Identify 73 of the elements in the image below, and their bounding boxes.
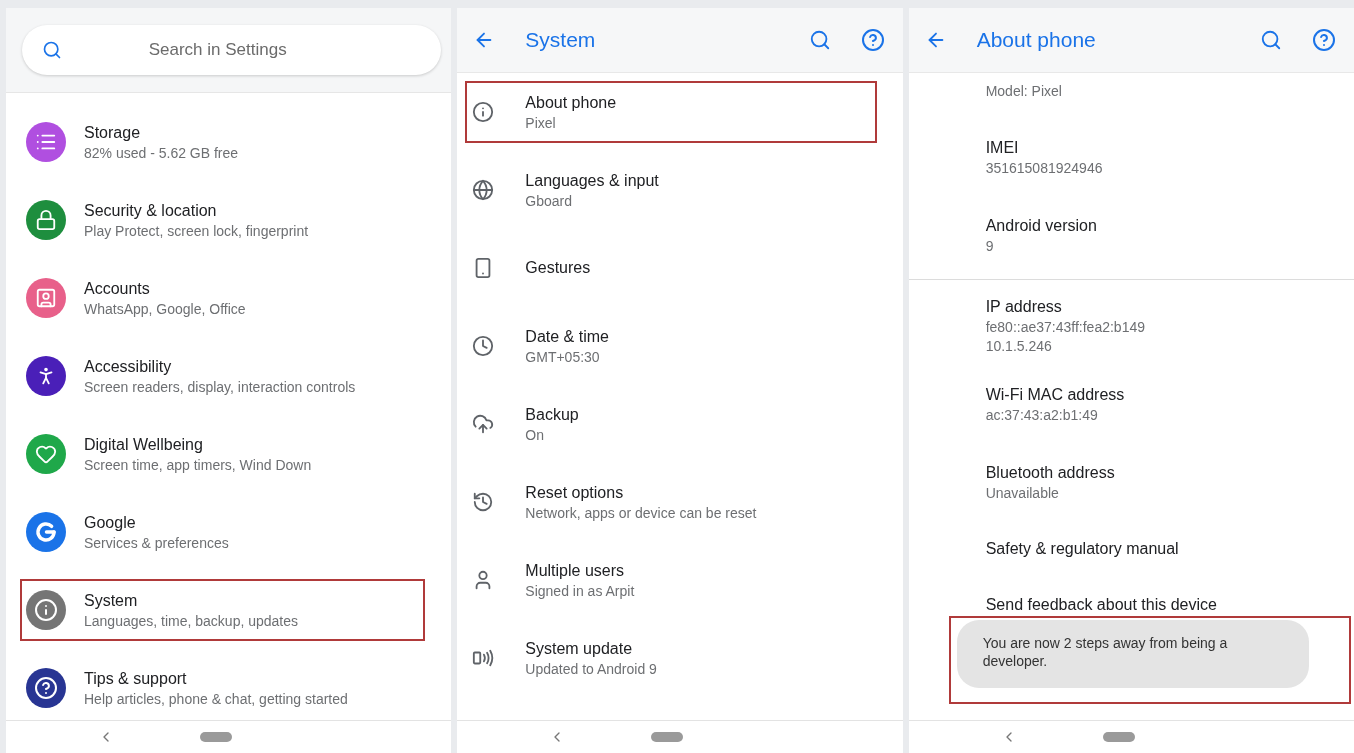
toast-message: You are now 2 steps away from being a developer. bbox=[956, 620, 1309, 688]
item-subtitle: Pixel bbox=[525, 114, 557, 131]
item-subtitle: Screen readers, display, interaction controls bbox=[84, 378, 356, 395]
item-title: Gestures bbox=[525, 259, 591, 277]
settings-item[interactable]: System Languages, time, backup, updates bbox=[20, 579, 426, 641]
item-value: 9 bbox=[985, 237, 995, 254]
item-value: 10.1.5.246 bbox=[985, 338, 1053, 354]
clock-icon bbox=[471, 334, 496, 358]
item-title: System bbox=[84, 591, 139, 610]
settings-item[interactable]: Storage 82% used - 5.62 GB free bbox=[20, 111, 426, 173]
search-icon bbox=[42, 40, 62, 60]
globe-icon bbox=[471, 178, 496, 202]
item-subtitle: Updated to Android 9 bbox=[525, 660, 657, 677]
item-title: Accounts bbox=[84, 279, 151, 298]
item-title: Tips & support bbox=[84, 669, 188, 688]
cloud-upload-icon bbox=[471, 412, 496, 436]
item-title: Backup bbox=[525, 405, 579, 424]
settings-item[interactable]: Date & time GMT+05:30 bbox=[465, 315, 877, 377]
item-title: Digital Wellbeing bbox=[84, 435, 204, 454]
settings-item[interactable]: Google Services & preferences bbox=[20, 501, 426, 563]
settings-item[interactable]: Backup On bbox=[465, 393, 877, 455]
item-subtitle: Gboard bbox=[525, 192, 574, 209]
home-button[interactable] bbox=[651, 732, 684, 742]
search-bar[interactable]: Search in Settings bbox=[22, 25, 442, 75]
item-title[interactable]: Bluetooth address bbox=[985, 463, 1354, 482]
settings-item[interactable]: Security & location Play Protect, screen lock, fingerprint bbox=[20, 189, 426, 251]
item-value: Unavailable bbox=[985, 484, 1060, 501]
settings-item[interactable]: Gestures bbox=[465, 237, 877, 299]
settings-item[interactable]: Languages & input Gboard bbox=[465, 159, 877, 221]
settings-item[interactable]: Digital Wellbeing Screen time, app timers, Wind Down bbox=[20, 423, 426, 485]
item-subtitle: Signed in as Arpit bbox=[525, 582, 635, 599]
settings-item[interactable]: Multiple users Signed in as Arpit bbox=[465, 549, 877, 611]
item-title[interactable]: Wi-Fi MAC address bbox=[985, 385, 1354, 404]
item-subtitle: Services & preferences bbox=[84, 534, 229, 551]
settings-item[interactable]: Accounts WhatsApp, Google, Office bbox=[20, 267, 426, 329]
item-title: Google bbox=[84, 513, 137, 532]
item-title[interactable]: Android version bbox=[985, 216, 1354, 235]
settings-item[interactable]: System update Updated to Android 9 bbox=[465, 627, 877, 689]
item-title[interactable]: IP address bbox=[985, 298, 1354, 316]
page-title: System bbox=[525, 28, 597, 52]
home-button[interactable] bbox=[200, 732, 232, 742]
info-icon bbox=[471, 100, 496, 124]
item-subtitle: Help articles, phone & chat, getting started bbox=[84, 690, 348, 707]
settings-item[interactable]: Accessibility Screen readers, display, interaction controls bbox=[20, 345, 426, 407]
item-title[interactable]: Send feedback about this device bbox=[985, 596, 1354, 614]
item-value: ac:37:43:a2:b1:49 bbox=[985, 406, 1099, 423]
item-subtitle: 82% used - 5.62 GB free bbox=[84, 144, 239, 161]
item-title: Reset options bbox=[525, 483, 625, 502]
item-value: 351615081924946 bbox=[985, 159, 1104, 176]
item-title: Storage bbox=[84, 123, 142, 142]
settings-item[interactable]: Tips & support Help articles, phone & chat, getting started bbox=[20, 657, 426, 719]
item-title: Date & time bbox=[525, 327, 609, 346]
item-subtitle: On bbox=[525, 426, 545, 443]
item-title: Security & location bbox=[84, 201, 218, 220]
item-subtitle: Network, apps or device can be reset bbox=[525, 504, 757, 521]
item-title[interactable]: IMEI bbox=[985, 138, 1354, 157]
item-title: System update bbox=[525, 639, 634, 658]
item-subtitle: WhatsApp, Google, Office bbox=[84, 300, 246, 317]
item-title: Accessibility bbox=[84, 357, 173, 376]
settings-item[interactable]: About phone Pixel bbox=[465, 81, 877, 143]
item-subtitle: Play Protect, screen lock, fingerprint bbox=[84, 222, 309, 239]
item-title[interactable]: Safety & regulatory manual bbox=[985, 540, 1354, 558]
item-title: About phone bbox=[525, 93, 617, 112]
item-subtitle: Languages, time, backup, updates bbox=[84, 612, 299, 629]
item-subtitle: Screen time, app timers, Wind Down bbox=[84, 456, 312, 473]
item-subtitle: GMT+05:30 bbox=[525, 348, 601, 365]
item-title: Multiple users bbox=[525, 561, 626, 580]
home-button[interactable] bbox=[1102, 732, 1135, 742]
item-title: Languages & input bbox=[525, 171, 659, 190]
page-title: About phone bbox=[976, 28, 1097, 52]
settings-item[interactable]: Reset options Network, apps or device can be reset bbox=[465, 471, 877, 533]
item-value: Model: Pixel bbox=[985, 83, 1063, 99]
item-value: fe80::ae37:43ff:fea2:b149 bbox=[985, 319, 1146, 335]
